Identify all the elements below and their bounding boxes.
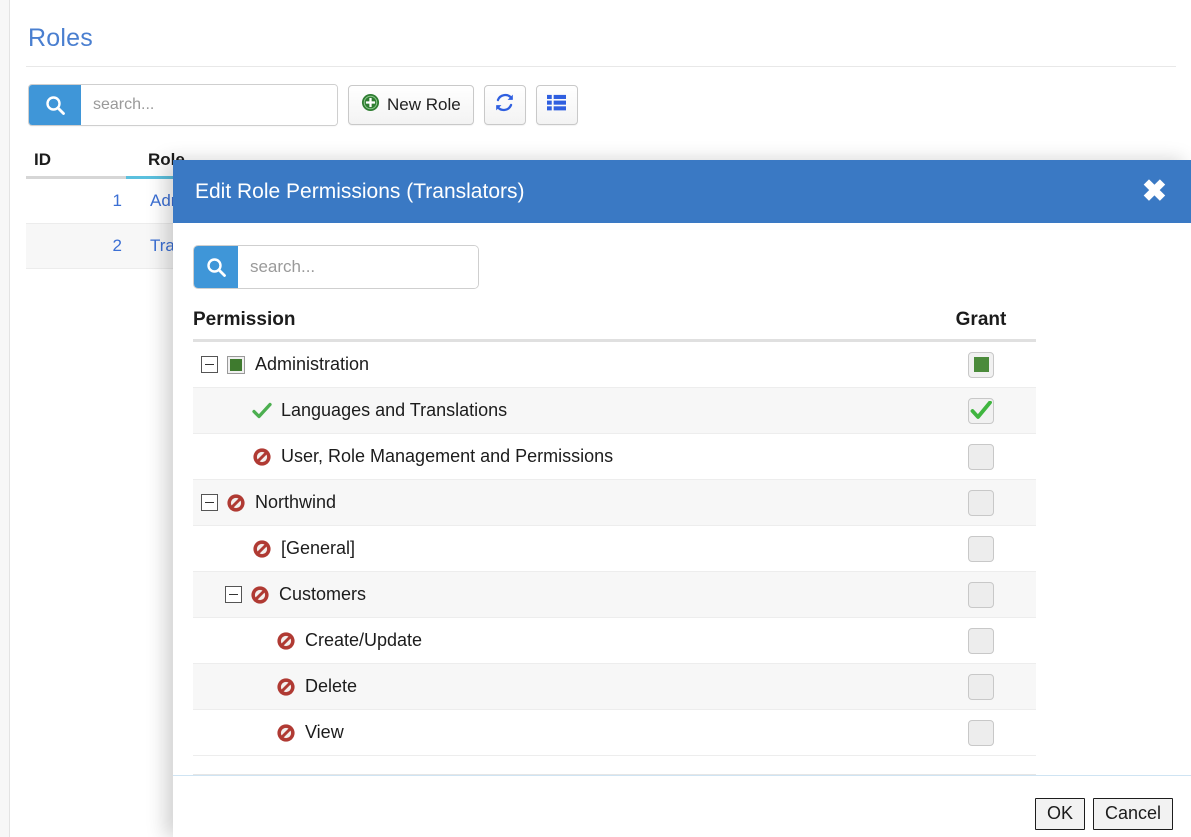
grant-cell[interactable]	[926, 352, 1036, 378]
collapse-toggle-icon[interactable]	[201, 494, 218, 511]
grant-checkbox-empty[interactable]	[968, 628, 994, 654]
grant-checkbox-empty[interactable]	[968, 720, 994, 746]
grant-cell[interactable]	[926, 490, 1036, 516]
dialog-search-area	[183, 223, 1175, 289]
permission-label: [General]	[281, 538, 355, 559]
search-input[interactable]	[81, 85, 337, 125]
roles-search-group	[28, 84, 338, 126]
allowed-check-icon	[251, 400, 273, 422]
permission-label: Delete	[305, 676, 357, 697]
dialog-title: Edit Role Permissions (Translators)	[195, 180, 524, 204]
refresh-button[interactable]	[484, 85, 526, 125]
grant-cell[interactable]	[926, 628, 1036, 654]
permission-row[interactable]: User, Role Management and Permissions	[193, 434, 1036, 480]
denied-icon	[251, 538, 273, 560]
dialog-search-group	[193, 245, 479, 289]
title-divider	[26, 66, 1176, 67]
permission-label: Customers	[279, 584, 366, 605]
permission-row[interactable]: Languages and Translations	[193, 388, 1036, 434]
grant-checkbox-empty[interactable]	[968, 536, 994, 562]
permission-row[interactable]: [General]	[193, 526, 1036, 572]
grant-checkbox-empty[interactable]	[968, 444, 994, 470]
denied-icon	[275, 722, 297, 744]
permissions-list-bottom-divider	[193, 774, 1036, 775]
permission-label: Administration	[255, 354, 369, 375]
header-rule-id	[26, 176, 126, 179]
permission-row[interactable]: Create/Update	[193, 618, 1036, 664]
grant-cell[interactable]	[926, 536, 1036, 562]
grant-checkbox-empty[interactable]	[968, 582, 994, 608]
left-gutter	[0, 0, 10, 837]
grant-checkbox-partial[interactable]	[968, 352, 994, 378]
column-header-id[interactable]: ID	[26, 150, 130, 170]
permission-row[interactable]: Customers	[193, 572, 1036, 618]
page-title: Roles	[28, 24, 93, 53]
cell-id: 2	[26, 236, 132, 256]
grant-cell[interactable]	[926, 582, 1036, 608]
denied-icon	[249, 584, 271, 606]
grant-cell[interactable]	[926, 674, 1036, 700]
permission-label: Northwind	[255, 492, 336, 513]
denied-icon	[275, 630, 297, 652]
grant-checkbox-checked[interactable]	[968, 398, 994, 424]
search-icon[interactable]	[29, 85, 81, 125]
plus-circle-icon	[361, 93, 380, 117]
grant-checkbox-empty[interactable]	[968, 490, 994, 516]
partial-square-icon	[225, 354, 247, 376]
permission-row[interactable]: Northwind	[193, 480, 1036, 526]
permissions-table-header: Permission Grant	[193, 309, 1036, 342]
grant-cell[interactable]	[926, 398, 1036, 424]
edit-role-permissions-dialog: Edit Role Permissions (Translators) ✖	[173, 160, 1191, 837]
refresh-icon	[494, 92, 515, 118]
permissions-table: Permission Grant Administration	[193, 309, 1036, 756]
cancel-button[interactable]: Cancel	[1093, 798, 1173, 830]
permission-label: Create/Update	[305, 630, 422, 651]
cell-id: 1	[26, 191, 132, 211]
column-header-permission: Permission	[193, 309, 926, 331]
search-icon[interactable]	[194, 246, 238, 288]
permission-row[interactable]: Administration	[193, 342, 1036, 388]
denied-icon	[275, 676, 297, 698]
permission-row[interactable]: Delete	[193, 664, 1036, 710]
roles-page: Roles New Role	[0, 0, 1191, 837]
grant-cell[interactable]	[926, 720, 1036, 746]
new-role-button[interactable]: New Role	[348, 85, 474, 125]
collapse-toggle-icon[interactable]	[225, 586, 242, 603]
roles-toolbar: New Role	[28, 84, 578, 126]
denied-icon	[251, 446, 273, 468]
grant-cell[interactable]	[926, 444, 1036, 470]
permission-label: Languages and Translations	[281, 400, 507, 421]
new-role-label: New Role	[387, 95, 461, 115]
collapse-toggle-icon[interactable]	[201, 356, 218, 373]
dialog-footer: OK Cancel	[173, 775, 1191, 837]
ok-button[interactable]: OK	[1035, 798, 1085, 830]
dialog-search-input[interactable]	[238, 246, 478, 288]
list-columns-icon	[546, 93, 567, 117]
permission-label: User, Role Management and Permissions	[281, 446, 613, 467]
column-header-grant: Grant	[926, 309, 1036, 331]
denied-icon	[225, 492, 247, 514]
columns-button[interactable]	[536, 85, 578, 125]
permission-row[interactable]: View	[193, 710, 1036, 756]
permission-label: View	[305, 722, 344, 743]
grant-checkbox-empty[interactable]	[968, 674, 994, 700]
dialog-body: Permission Grant Administration	[173, 223, 1191, 775]
dialog-header: Edit Role Permissions (Translators) ✖	[173, 160, 1191, 223]
close-icon[interactable]: ✖	[1140, 177, 1169, 207]
